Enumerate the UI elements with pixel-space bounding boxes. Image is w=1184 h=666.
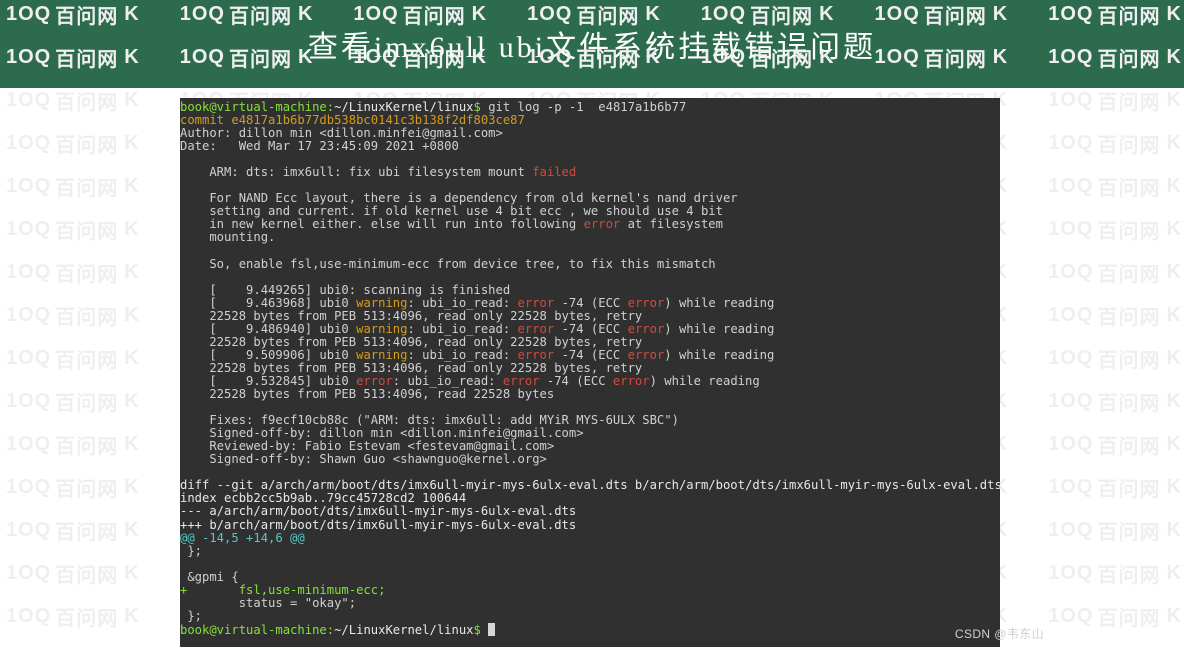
title-text: 查看imx6ull ubi文件系统挂载错误问题 — [308, 22, 876, 66]
log-line: [ 9.449265] ubi0: scanning is finished — [180, 283, 510, 297]
trailer-line: Signed-off-by: Shawn Guo <shawnguo@kerne… — [180, 452, 547, 466]
log-line: [ 9.486940] ubi0 warning: ubi_io_read: e… — [180, 322, 774, 336]
cursor-icon — [488, 623, 495, 636]
trailer-line: Signed-off-by: dillon min <dillon.minfei… — [180, 426, 584, 440]
diff-line: +++ b/arch/arm/boot/dts/imx6ull-myir-mys… — [180, 518, 576, 532]
page-title: 查看imx6ull ubi文件系统挂载错误问题 — [0, 0, 1184, 88]
trailer-line: Reviewed-by: Fabio Estevam <festevam@gma… — [180, 439, 554, 453]
date-line: Date: Wed Mar 17 23:45:09 2021 +0800 — [180, 139, 459, 153]
log-line: 22528 bytes from PEB 513:4096, read only… — [180, 335, 642, 349]
prompt-end: book@virtual-machine:~/LinuxKernel/linux… — [180, 623, 481, 637]
body-line: For NAND Ecc layout, there is a dependen… — [180, 191, 738, 205]
csdn-watermark: CSDN @韦东山 — [955, 625, 1044, 642]
diff-context: status = "okay"; — [180, 596, 356, 610]
body-line: setting and current. if old kernel use 4… — [180, 204, 723, 218]
log-line: 22528 bytes from PEB 513:4096, read only… — [180, 309, 642, 323]
fixes-line: Fixes: f9ecf10cb88c ("ARM: dts: imx6ull:… — [180, 413, 679, 427]
diff-line: diff --git a/arch/arm/boot/dts/imx6ull-m… — [180, 478, 1002, 492]
subject-line: ARM: dts: imx6ull: fix ubi filesystem mo… — [180, 165, 576, 179]
diff-line: --- a/arch/arm/boot/dts/imx6ull-myir-mys… — [180, 504, 576, 518]
log-line: 22528 bytes from PEB 513:4096, read only… — [180, 361, 642, 375]
body-line: So, enable fsl,use-minimum-ecc from devi… — [180, 257, 716, 271]
commit-line: commit e4817a1b6b77db538bc0141c3b138f2df… — [180, 113, 525, 127]
body-line: in new kernel either. else will run into… — [180, 217, 723, 231]
command: git log -p -1 e4817a1b6b77 — [488, 100, 686, 114]
diff-hunk: @@ -14,5 +14,6 @@ — [180, 531, 305, 545]
log-line: [ 9.463968] ubi0 warning: ubi_io_read: e… — [180, 296, 774, 310]
diff-context: }; — [180, 609, 202, 623]
diff-context — [180, 557, 187, 571]
body-line: mounting. — [180, 230, 275, 244]
terminal-window[interactable]: book@virtual-machine:~/LinuxKernel/linux… — [180, 98, 1000, 647]
diff-context: &gpmi { — [180, 570, 239, 584]
diff-line: index ecbb2cc5b9ab..79cc45728cd2 100644 — [180, 491, 466, 505]
author-line: Author: dillon min <dillon.minfei@gmail.… — [180, 126, 503, 140]
prompt: book@virtual-machine:~/LinuxKernel/linux… — [180, 100, 481, 114]
log-line: [ 9.532845] ubi0 error: ubi_io_read: err… — [180, 374, 760, 388]
diff-add: + fsl,use-minimum-ecc; — [180, 583, 385, 597]
log-line: [ 9.509906] ubi0 warning: ubi_io_read: e… — [180, 348, 774, 362]
log-line: 22528 bytes from PEB 513:4096, read 2252… — [180, 387, 554, 401]
diff-context: }; — [180, 544, 202, 558]
